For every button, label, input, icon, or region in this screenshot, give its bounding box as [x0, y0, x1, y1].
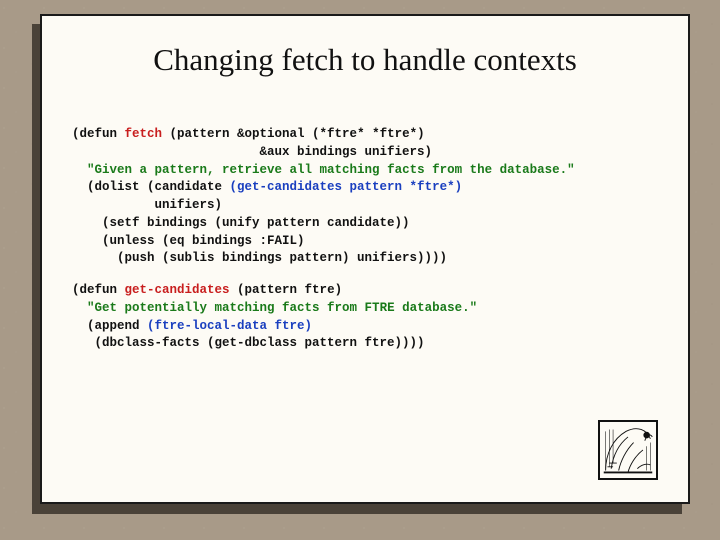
code-text — [72, 163, 87, 177]
code-block-get-candidates: (defun get-candidates (pattern ftre) "Ge… — [72, 282, 658, 353]
code-text: (append — [72, 319, 147, 333]
slide-title: Changing fetch to handle contexts — [72, 42, 658, 78]
spacer — [72, 268, 658, 282]
code-text — [72, 301, 87, 315]
code-text: unifiers) — [72, 198, 222, 212]
code-text: (dolist (candidate — [72, 180, 230, 194]
code-block-fetch: (defun fetch (pattern &optional (*ftre* … — [72, 126, 658, 268]
code-text: (pattern &optional (*ftre* *ftre*) — [162, 127, 425, 141]
slide: Changing fetch to handle contexts (defun… — [40, 14, 690, 504]
docstring: "Get potentially matching facts from FTR… — [87, 301, 477, 315]
docstring: "Given a pattern, retrieve all matching … — [87, 163, 575, 177]
code-text: (setf bindings (unify pattern candidate)… — [72, 216, 410, 230]
call-get-candidates: (get-candidates pattern *ftre*) — [230, 180, 463, 194]
code-text: (push (sublis bindings pattern) unifiers… — [72, 251, 447, 265]
defun-name-get-candidates: get-candidates — [125, 283, 230, 297]
code-text: (defun — [72, 283, 125, 297]
code-text: (unless (eq bindings :FAIL) — [72, 234, 305, 248]
call-ftre-local-data: (ftre-local-data ftre) — [147, 319, 312, 333]
decorative-woodcut-icon — [598, 420, 658, 480]
code-text: (pattern ftre) — [230, 283, 343, 297]
defun-name-fetch: fetch — [125, 127, 163, 141]
code-text: (defun — [72, 127, 125, 141]
code-text: &aux bindings unifiers) — [72, 145, 432, 159]
code-text: (dbclass-facts (get-dbclass pattern ftre… — [72, 336, 425, 350]
